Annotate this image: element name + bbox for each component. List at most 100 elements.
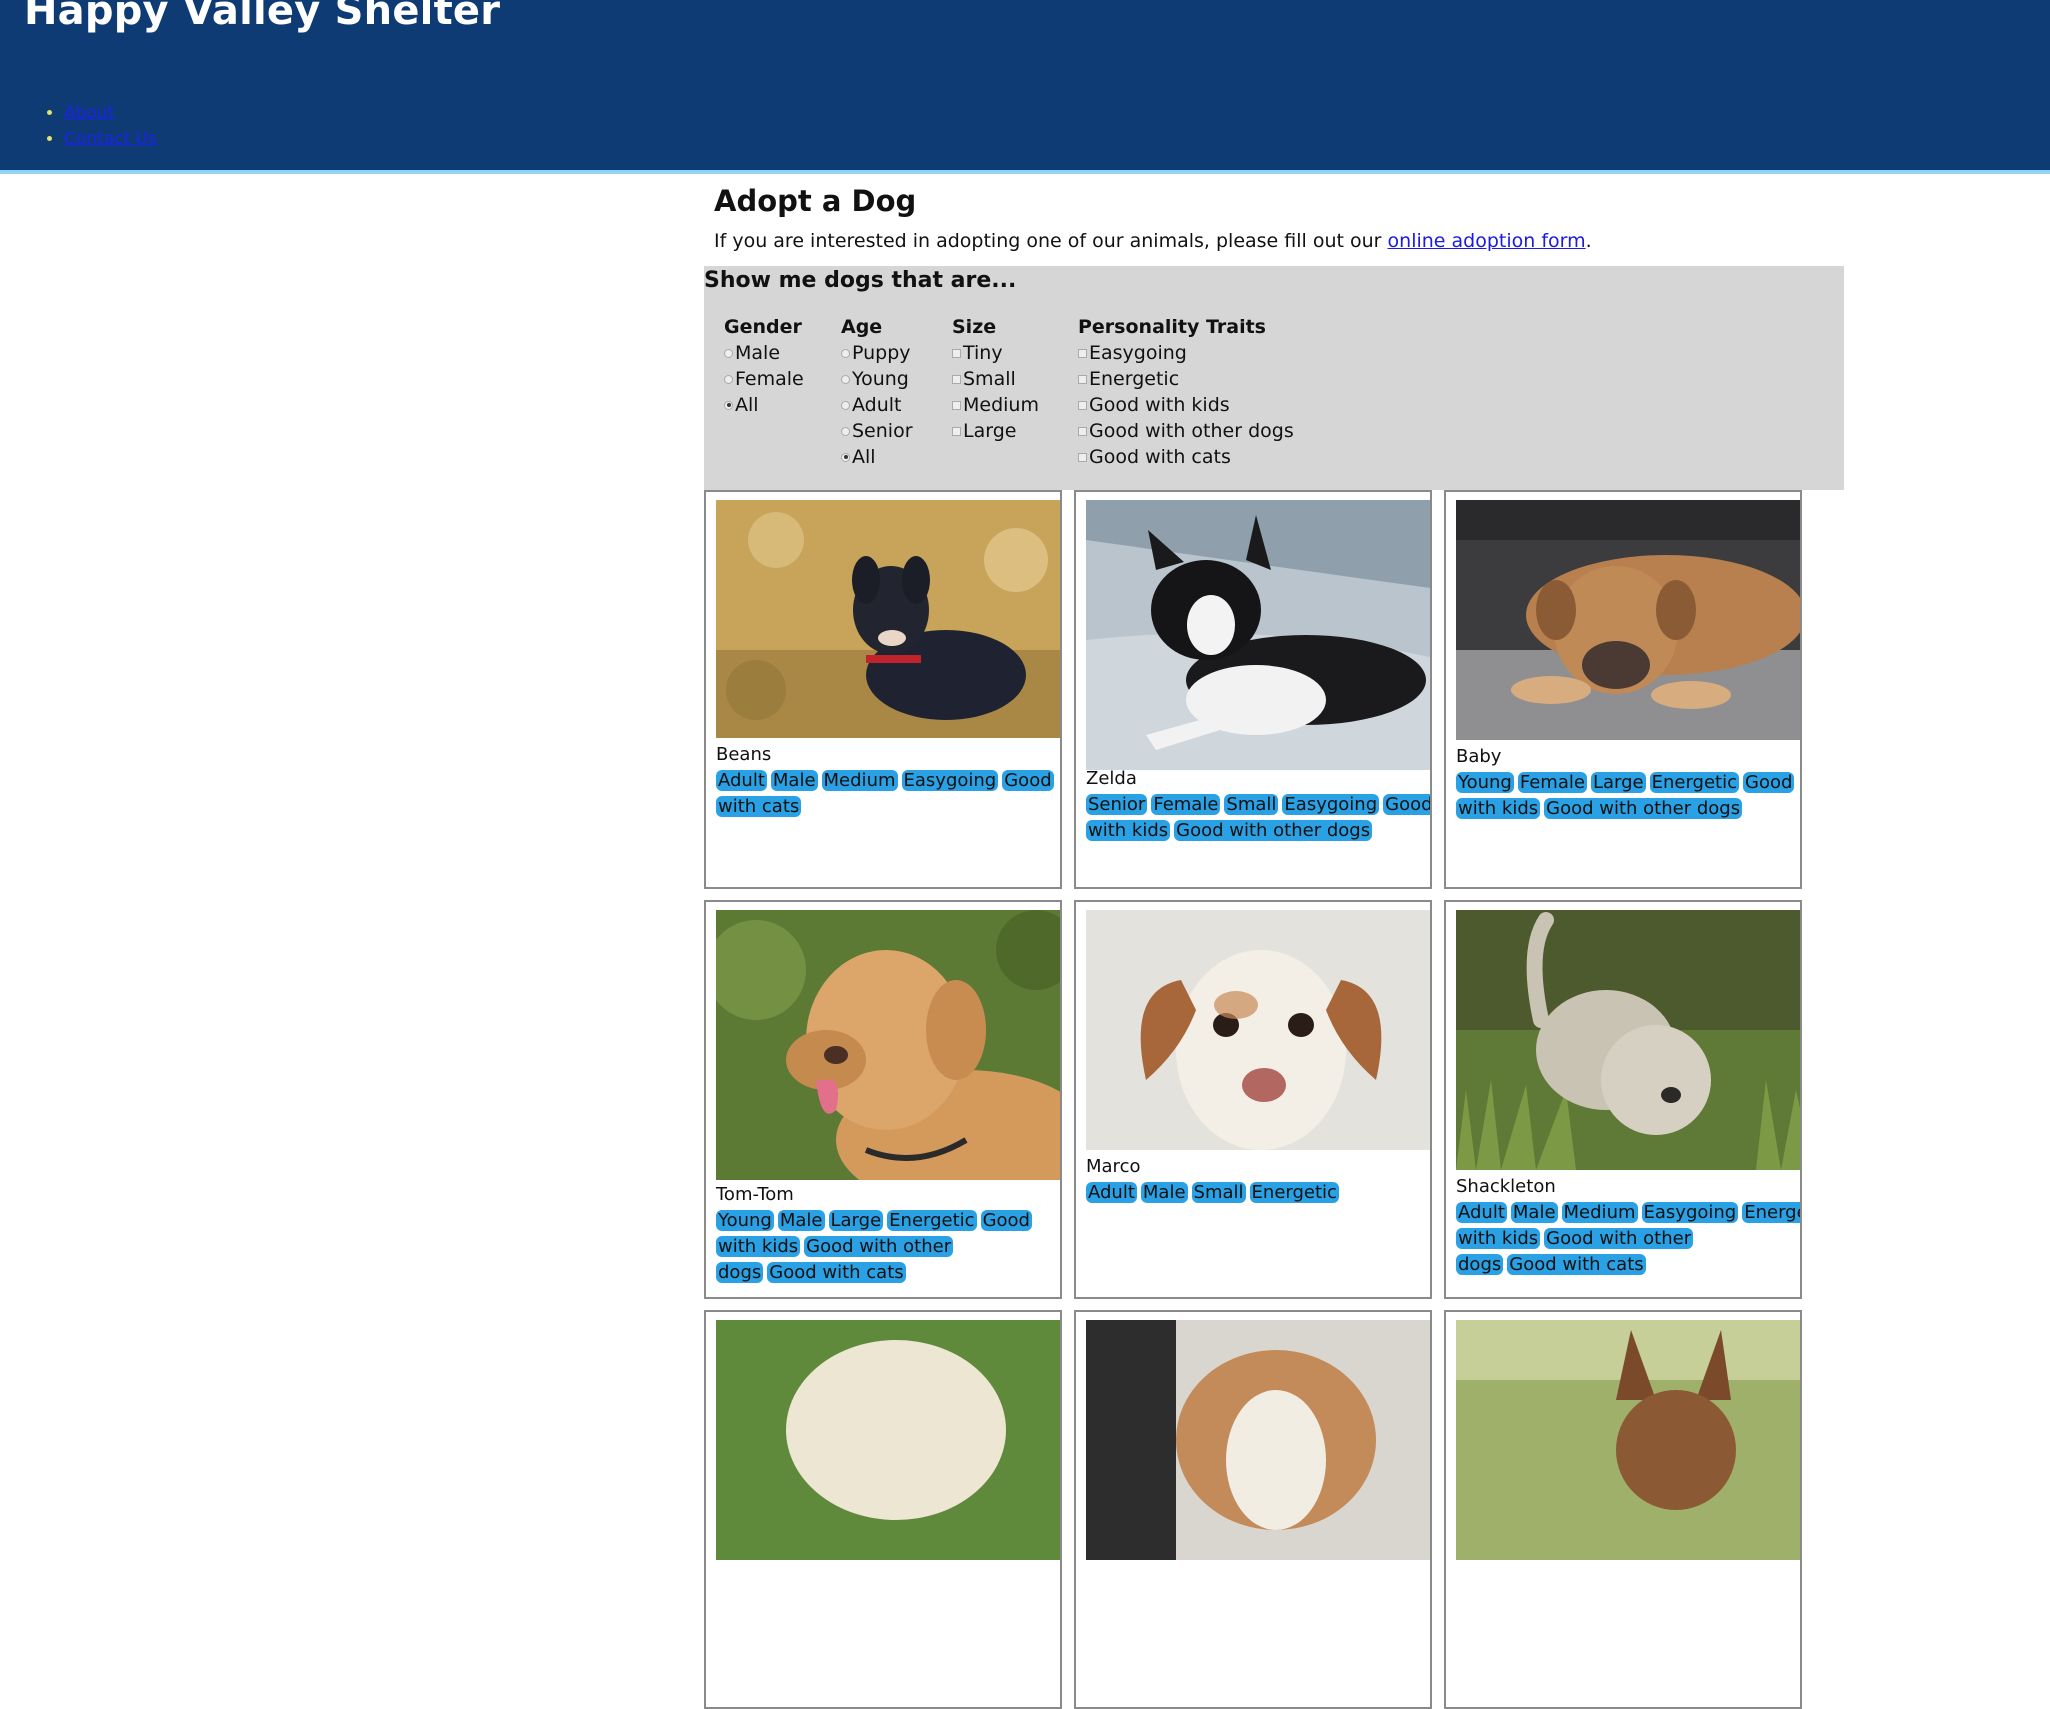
checkbox-icon[interactable]: [1078, 374, 1087, 384]
site-header: Happy Valley Shelter About Contact Us: [0, 0, 2050, 174]
dog-photo: [1456, 500, 1800, 740]
dog-photo: [1456, 910, 1800, 1170]
intro-prefix: If you are interested in adopting one of…: [714, 230, 1388, 252]
dog-photo: [716, 500, 1060, 738]
tag-badge: Medium: [1561, 1202, 1638, 1223]
trait-option-good-with-other-dogs[interactable]: Good with other dogs: [1078, 418, 1294, 444]
tag-badge: Female: [1151, 794, 1221, 815]
radio-icon[interactable]: [841, 400, 850, 410]
dog-photo: [1456, 1320, 1800, 1560]
radio-selected-icon[interactable]: [841, 452, 850, 462]
age-option-all[interactable]: All: [841, 444, 913, 470]
dog-name: Zelda: [1086, 768, 1137, 789]
checkbox-icon[interactable]: [952, 374, 961, 384]
nav-link-contact[interactable]: Contact Us: [64, 129, 157, 149]
checkbox-icon[interactable]: [1078, 452, 1087, 462]
option-label: All: [852, 446, 876, 468]
radio-icon[interactable]: [724, 374, 733, 384]
tag-badge: Good with cats: [1507, 1254, 1646, 1275]
size-option-large[interactable]: Large: [952, 418, 1039, 444]
dog-photo: [1086, 910, 1430, 1150]
age-option-adult[interactable]: Adult: [841, 392, 913, 418]
adoption-form-link[interactable]: online adoption form: [1388, 230, 1586, 252]
dog-card-partial[interactable]: [1074, 1310, 1432, 1709]
dog-card-baby[interactable]: Baby Young Female Large Energetic Good with …: [1444, 490, 1802, 889]
tag-badge: Energetic: [1649, 772, 1740, 793]
trait-option-good-with-cats[interactable]: Good with cats: [1078, 444, 1294, 470]
main-nav: About Contact Us: [38, 100, 157, 152]
dog-card-zelda[interactable]: Zelda Senior Female Small Easygoing Good wit…: [1074, 490, 1432, 889]
gender-option-all[interactable]: All: [724, 392, 804, 418]
option-label: Adult: [852, 394, 902, 416]
nav-item-contact: Contact Us: [64, 126, 157, 152]
dog-photo-image: [1456, 910, 1800, 1170]
tag-badge: Easygoing: [901, 770, 999, 791]
traits-heading: Personality Traits: [1078, 316, 1266, 338]
dog-card-beans[interactable]: Beans Adult Male Medium Easygoing Good with …: [704, 490, 1062, 889]
size-option-tiny[interactable]: Tiny: [952, 340, 1039, 366]
option-label: Good with kids: [1089, 394, 1230, 416]
option-label: Small: [963, 368, 1016, 390]
tag-badge: Energetic: [1742, 1202, 1800, 1223]
checkbox-icon[interactable]: [952, 400, 961, 410]
size-option-medium[interactable]: Medium: [952, 392, 1039, 418]
dog-photo: [1086, 1320, 1430, 1560]
age-option-young[interactable]: Young: [841, 366, 913, 392]
gender-option-male[interactable]: Male: [724, 340, 804, 366]
gender-option-female[interactable]: Female: [724, 366, 804, 392]
checkbox-icon[interactable]: [1078, 426, 1087, 436]
dog-photo-image: [716, 910, 1060, 1180]
intro-text: If you are interested in adopting one of…: [714, 230, 1592, 252]
option-label: All: [735, 394, 759, 416]
option-label: Large: [963, 420, 1017, 442]
intro-suffix: .: [1585, 230, 1592, 252]
tag-badge: Easygoing: [1641, 1202, 1739, 1223]
checkbox-icon[interactable]: [1078, 400, 1087, 410]
tag-badge: Good with other dogs: [1174, 820, 1373, 841]
size-filter: Size Tiny Small Medium Large: [952, 314, 1039, 444]
checkbox-icon[interactable]: [952, 348, 961, 358]
dog-name: Baby: [1456, 746, 1502, 767]
dog-tags: Adult Male Small Energetic: [1086, 1180, 1416, 1206]
tag-badge: Easygoing: [1282, 794, 1380, 815]
size-option-small[interactable]: Small: [952, 366, 1039, 392]
dog-card-shackleton[interactable]: Shackleton Adult Male Medium Easygoing Energ…: [1444, 900, 1802, 1299]
tag-badge: Adult: [1456, 1202, 1507, 1223]
tag-badge: Male: [777, 1210, 825, 1231]
dog-tags: Young Female Large Energetic Good with kids G…: [1456, 770, 1795, 822]
radio-icon[interactable]: [841, 426, 850, 436]
radio-icon[interactable]: [841, 374, 850, 384]
tag-badge: Adult: [716, 770, 767, 791]
radio-icon[interactable]: [724, 348, 733, 358]
checkbox-icon[interactable]: [1078, 348, 1087, 358]
dog-tags: Young Male Large Energetic Good with kids Goo…: [716, 1208, 1046, 1286]
option-label: Male: [735, 342, 781, 364]
option-label: Good with cats: [1089, 446, 1231, 468]
dog-card-marco[interactable]: Marco Adult Male Small Energetic: [1074, 900, 1432, 1299]
dog-card-partial[interactable]: [1444, 1310, 1802, 1709]
tag-badge: Male: [1510, 1202, 1558, 1223]
tag-badge: Small: [1224, 794, 1279, 815]
tag-badge: Adult: [1086, 1182, 1137, 1203]
checkbox-icon[interactable]: [952, 426, 961, 436]
nav-link-about[interactable]: About: [64, 103, 114, 123]
tag-badge: Medium: [821, 770, 898, 791]
option-label: Medium: [963, 394, 1039, 416]
dog-photo: [1086, 500, 1430, 770]
trait-option-easygoing[interactable]: Easygoing: [1078, 340, 1294, 366]
dog-tags: AdultMaleMediumEasygoingEnergetic Good wi…: [1456, 1200, 1800, 1278]
option-label: Easygoing: [1089, 342, 1187, 364]
age-option-senior[interactable]: Senior: [841, 418, 913, 444]
dog-tags: Adult Male Medium Easygoing Good with cats: [716, 768, 1054, 820]
option-label: Female: [735, 368, 804, 390]
radio-icon[interactable]: [841, 348, 850, 358]
tag-badge: Large: [1590, 772, 1646, 793]
dog-photo: [716, 910, 1060, 1180]
age-option-puppy[interactable]: Puppy: [841, 340, 913, 366]
tag-badge: Energetic: [1249, 1182, 1339, 1203]
radio-selected-icon[interactable]: [724, 400, 733, 410]
dog-card-partial[interactable]: [704, 1310, 1062, 1709]
trait-option-good-with-kids[interactable]: Good with kids: [1078, 392, 1294, 418]
trait-option-energetic[interactable]: Energetic: [1078, 366, 1294, 392]
dog-card-tom-tom[interactable]: Tom-Tom Young Male Large Energetic Good with…: [704, 900, 1062, 1299]
